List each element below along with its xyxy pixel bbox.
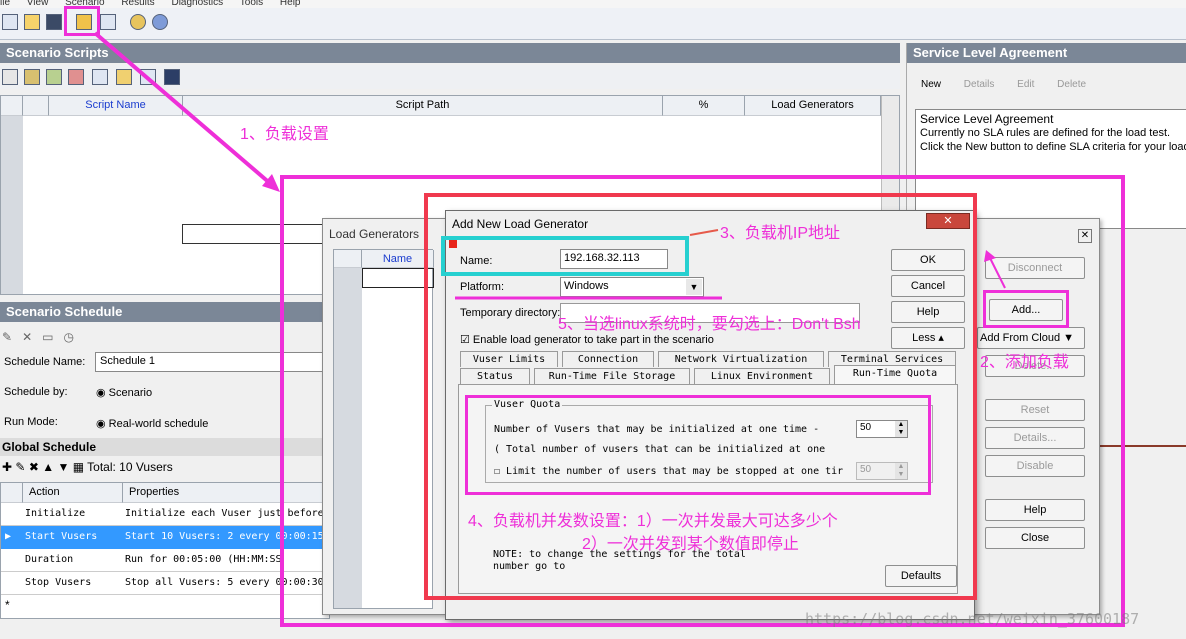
annotation-4b: 2）一次并发到某个数值即停止	[582, 536, 799, 553]
arrow-2	[989, 257, 1006, 289]
annotation-5: 5、当选linux系统时，要勾选上：Don't Bsh	[558, 316, 861, 333]
annotation-3: 3、负载机IP地址	[720, 225, 841, 242]
annotation-1: 1、负载设置	[240, 126, 329, 143]
annotation-2: 2、添加负载	[980, 354, 1069, 371]
watermark: https://blog.csdn.net/weixin_37600187	[805, 610, 1140, 628]
annotation-4: 4、负载机并发数设置：1）一次并发最大可达多少个	[468, 513, 838, 530]
arrow-3	[689, 229, 719, 236]
arrow-1	[93, 31, 274, 187]
